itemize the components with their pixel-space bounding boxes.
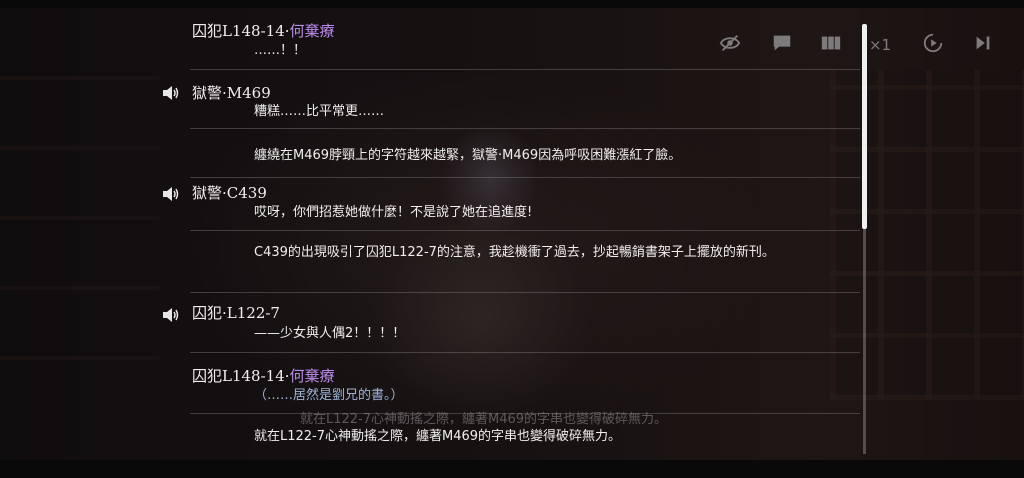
- narration-text: 就在L122-7心神動搖之際，纏著M469的字串也變得破碎無力。: [254, 429, 622, 444]
- dialogue-text: ……！！: [254, 43, 307, 58]
- speaker-name: 囚犯·L122-7: [192, 304, 280, 322]
- auto-play-icon: [922, 32, 944, 58]
- auto-play-button[interactable]: [921, 33, 945, 57]
- top-letterbox: [0, 0, 1024, 8]
- dialogue-text: 糟糕……比平常更……: [254, 104, 385, 119]
- voice-replay-button[interactable]: [162, 307, 180, 323]
- speaker-icon: [162, 308, 180, 327]
- bottom-letterbox: [0, 460, 1024, 478]
- speaker-name: 獄警·C439: [192, 184, 267, 202]
- dialogue-text: 哎呀，你們招惹她做什麼！不是說了她在追進度!: [254, 205, 533, 220]
- log-entry: 囚犯·L122-7 ——少女與人偶2！！！！: [190, 293, 860, 353]
- log-entry: 囚犯L148-14·何棄療 ……！！: [190, 20, 860, 70]
- skip-button[interactable]: [971, 33, 995, 57]
- thought-text: （……居然是劉兄的書。）: [254, 388, 404, 403]
- speed-label: ×1: [868, 36, 892, 54]
- log-entry: 就在L122-7心神動搖之際，纏著M469的字串也變得破碎無力。: [190, 414, 860, 454]
- log-entry: C439的出現吸引了囚犯L122-7的注意，我趁機衝了過去，抄起暢銷書架子上擺放…: [190, 231, 860, 293]
- voice-replay-button[interactable]: [162, 186, 180, 202]
- speaker-highlight-name: 何棄療: [289, 367, 335, 385]
- speaker-highlight-name: 何棄療: [289, 22, 335, 40]
- speaker-name: 囚犯L148-14·何棄療: [192, 365, 335, 386]
- speaker-name: 獄警·M469: [192, 84, 271, 102]
- speaker-icon: [162, 86, 180, 105]
- log-entry: 獄警·C439 哎呀，你們招惹她做什麼！不是說了她在追進度!: [190, 178, 860, 231]
- speaker-prefix: 囚犯L148-14·: [192, 367, 290, 385]
- speaker-icon: [162, 187, 180, 206]
- skip-icon: [972, 32, 994, 58]
- dialogue-text: ——少女與人偶2！！！！: [254, 326, 406, 341]
- narration-text: C439的出現吸引了囚犯L122-7的注意，我趁機衝了過去，抄起暢銷書架子上擺放…: [254, 245, 775, 260]
- narration-text: 纏繞在M469脖頸上的字符越來越緊，獄警·M469因為呼吸困難漲紅了臉。: [254, 148, 682, 163]
- speed-button[interactable]: ×1: [868, 33, 892, 57]
- log-entry: 纏繞在M469脖頸上的字符越來越緊，獄警·M469因為呼吸困難漲紅了臉。: [190, 129, 860, 178]
- speaker-name: 囚犯L148-14·何棄療: [192, 20, 335, 41]
- log-entry: 囚犯L148-14·何棄療 （……居然是劉兄的書。）: [190, 353, 860, 414]
- log-entry: 獄警·M469 糟糕……比平常更……: [190, 78, 860, 129]
- dialogue-log[interactable]: 囚犯L148-14·何棄療 ……！！ 獄警·M469 糟糕……比平常更…… 纏繞…: [0, 8, 870, 460]
- voice-replay-button[interactable]: [162, 85, 180, 101]
- speaker-prefix: 囚犯L148-14·: [192, 22, 290, 40]
- scrollbar-thumb[interactable]: [862, 24, 867, 229]
